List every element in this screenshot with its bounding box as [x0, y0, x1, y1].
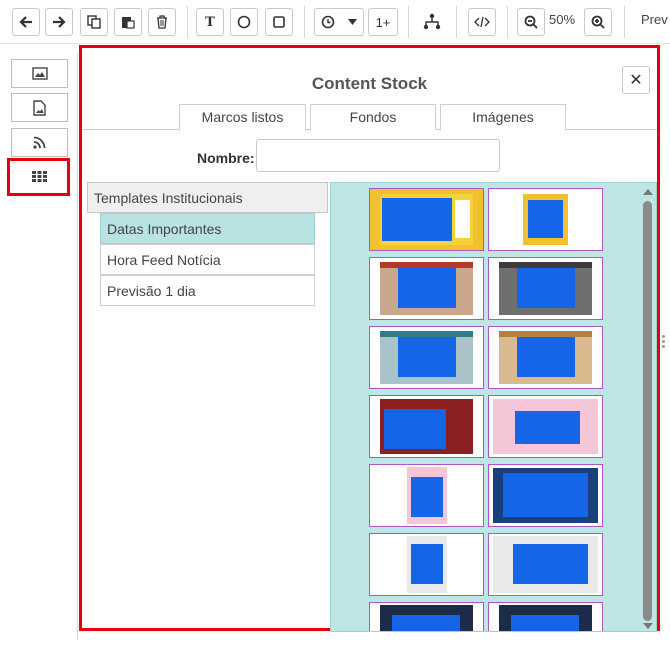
text-tool-button[interactable]: T	[196, 8, 224, 36]
thumbnail-preview	[499, 605, 592, 631]
zoom-out-button[interactable]	[517, 8, 545, 36]
zoom-level: 50%	[549, 12, 576, 27]
thumbnail-preview	[380, 194, 473, 245]
category-header[interactable]: Templates Institucionais	[87, 182, 328, 213]
toolbar-separator	[408, 6, 409, 38]
thumbnail-preview	[499, 262, 592, 315]
grid-scrollbar[interactable]	[639, 183, 656, 631]
left-sidebar	[0, 52, 78, 640]
scroll-up-arrow-icon[interactable]	[643, 189, 653, 195]
redo-button[interactable]	[45, 8, 73, 36]
name-label: Nombre:	[197, 150, 255, 166]
close-icon: ✕	[629, 72, 643, 89]
template-thumbnail[interactable]	[369, 602, 484, 631]
toolbar-separator	[187, 6, 188, 38]
scroll-down-arrow-icon[interactable]	[643, 623, 653, 629]
sidebar-item-rss[interactable]	[11, 128, 68, 157]
sidebar-item-image[interactable]	[11, 59, 68, 88]
square-tool-button[interactable]	[265, 8, 293, 36]
tab-marcos-listos[interactable]: Marcos listos	[179, 104, 306, 131]
arrow-right-icon	[53, 16, 66, 28]
scrollbar-thumb[interactable]	[643, 201, 652, 621]
trash-icon	[157, 15, 167, 29]
image-icon	[31, 67, 48, 80]
template-thumbnail[interactable]	[488, 326, 603, 389]
zoom-in-button[interactable]	[584, 8, 612, 36]
thumbnail-preview	[380, 331, 473, 384]
caret-down-icon	[347, 19, 357, 25]
toolbar-separator	[507, 6, 508, 38]
template-thumbnail[interactable]	[369, 257, 484, 320]
clock-icon	[321, 15, 335, 29]
template-thumbnail[interactable]	[369, 395, 484, 458]
thumbnail-preview	[523, 194, 568, 245]
template-thumbnail[interactable]	[488, 602, 603, 631]
template-thumbnail[interactable]	[488, 257, 603, 320]
paste-button[interactable]	[114, 8, 142, 36]
thumbnail-preview	[493, 399, 598, 454]
template-thumbnail[interactable]	[369, 464, 484, 527]
tab-imagenes[interactable]: Imágenes	[440, 104, 566, 130]
toolbar-separator	[304, 6, 305, 38]
thumbnail-preview	[499, 331, 592, 384]
template-thumbnail[interactable]	[369, 326, 484, 389]
thumbnail-preview	[493, 536, 598, 593]
close-button[interactable]: ✕	[622, 66, 650, 94]
delete-button[interactable]	[148, 8, 176, 36]
thumbnail-preview	[380, 262, 473, 315]
template-grid	[330, 182, 657, 632]
arrow-left-icon	[19, 16, 32, 28]
name-input[interactable]	[256, 139, 500, 172]
thumbnail-preview	[493, 468, 598, 523]
undo-button[interactable]	[12, 8, 40, 36]
thumbnail-preview	[380, 605, 473, 631]
paste-icon	[122, 17, 135, 29]
image-file-icon	[33, 99, 46, 116]
content-stock-panel: Content Stock ✕ Marcos listos Fondos Imá…	[79, 45, 660, 632]
code-button[interactable]	[468, 8, 496, 36]
hierarchy-icon	[423, 13, 441, 30]
hierarchy-button[interactable]	[418, 8, 446, 36]
active-item-highlight	[7, 158, 70, 196]
square-icon	[273, 16, 285, 28]
preview-button[interactable]: Prev	[641, 12, 668, 27]
template-thumbnail[interactable]	[488, 533, 603, 596]
toolbar: T 1+ 50% Prev	[0, 0, 670, 44]
toolbar-separator	[624, 6, 625, 38]
template-thumbnail[interactable]	[488, 188, 603, 251]
thumbnail-preview	[406, 536, 447, 593]
panel-title: Content Stock	[311, 74, 428, 93]
template-thumbnail[interactable]	[369, 188, 484, 251]
clock-dropdown-button[interactable]	[314, 8, 364, 36]
template-thumbnail[interactable]	[369, 533, 484, 596]
tab-fondos[interactable]: Fondos	[310, 104, 436, 130]
counter-button[interactable]: 1+	[368, 8, 398, 36]
copy-button[interactable]	[80, 8, 108, 36]
code-icon	[474, 16, 490, 28]
template-thumbnail[interactable]	[488, 395, 603, 458]
template-thumbnail[interactable]	[488, 464, 603, 527]
circle-icon	[237, 15, 251, 29]
text-icon: T	[205, 14, 215, 30]
copy-icon	[87, 15, 101, 29]
circle-tool-button[interactable]	[230, 8, 258, 36]
thumbnail-preview	[380, 399, 473, 454]
category-item-hora-feed-noticia[interactable]: Hora Feed Notícia	[100, 244, 315, 275]
sidebar-item-image-file[interactable]	[11, 93, 68, 122]
thumbnail-preview	[406, 467, 447, 524]
zoom-out-icon	[524, 15, 538, 29]
zoom-in-icon	[591, 15, 605, 29]
rss-icon	[33, 136, 46, 149]
category-item-datas-importantes[interactable]: Datas Importantes	[100, 213, 315, 244]
counter-icon: 1+	[375, 14, 391, 30]
toolbar-separator	[456, 6, 457, 38]
resize-grip-icon[interactable]	[662, 335, 666, 351]
category-item-previsao-1-dia[interactable]: Previsão 1 dia	[100, 275, 315, 306]
